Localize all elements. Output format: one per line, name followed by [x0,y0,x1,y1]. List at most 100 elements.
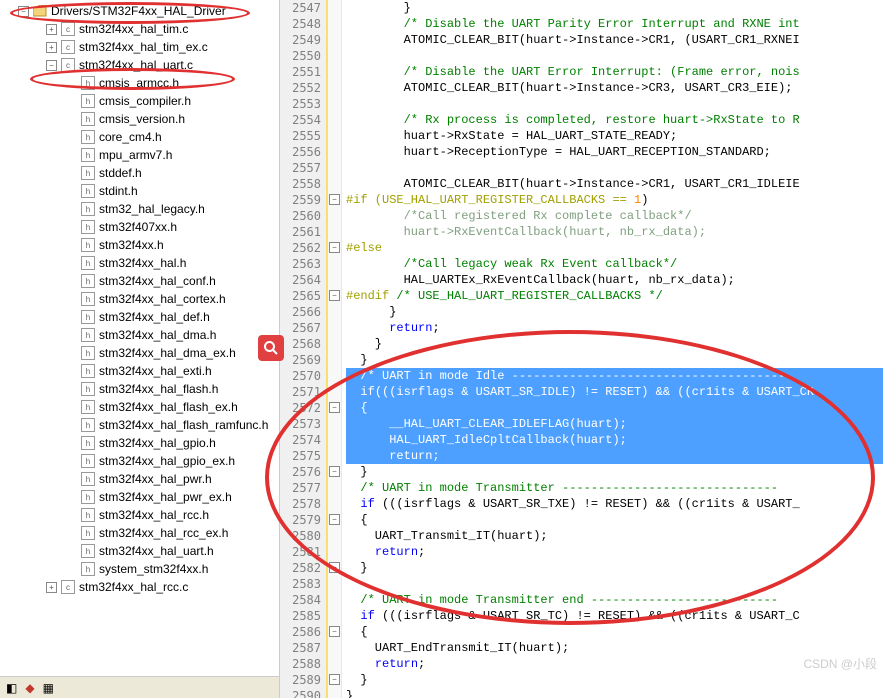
tree-item[interactable]: hstm32f4xx_hal_rcc.h [2,506,277,524]
code-line[interactable] [346,96,883,112]
toolbar-icon[interactable]: ◧ [6,681,17,695]
code-line[interactable]: /* Rx process is completed, restore huar… [346,112,883,128]
tree-item[interactable]: hstm32_hal_legacy.h [2,200,277,218]
code-line[interactable]: } [346,304,883,320]
code-line[interactable] [346,160,883,176]
tree-item[interactable]: hstm32f4xx.h [2,236,277,254]
code-line[interactable]: /* UART in mode Idle -------------------… [346,368,883,384]
expander-icon[interactable]: − [18,6,29,17]
code-line[interactable]: if(((isrflags & USART_SR_IDLE) != RESET)… [346,384,883,400]
code-line[interactable]: UART_EndTransmit_IT(huart); [346,640,883,656]
expander-icon[interactable]: + [46,42,57,53]
tree-item[interactable]: hmpu_armv7.h [2,146,277,164]
code-line[interactable] [346,576,883,592]
fold-toggle[interactable]: − [329,562,340,573]
tree-item[interactable]: hstm32f4xx_hal_uart.h [2,542,277,560]
code-line[interactable]: } [346,352,883,368]
code-line[interactable]: HAL_UART_IdleCpltCallback(huart); [346,432,883,448]
tree-item[interactable]: hcmsis_version.h [2,110,277,128]
code-line[interactable]: if (((isrflags & USART_SR_TC) != RESET) … [346,608,883,624]
tree-item[interactable]: hstm32f4xx_hal_conf.h [2,272,277,290]
tree-item[interactable]: +cstm32f4xx_hal_tim_ex.c [2,38,277,56]
code-line[interactable]: } [346,0,883,16]
code-line[interactable]: #if (USE_HAL_UART_REGISTER_CALLBACKS == … [346,192,883,208]
fold-toggle[interactable]: − [329,242,340,253]
code-line[interactable]: } [346,336,883,352]
fold-toggle[interactable]: − [329,402,340,413]
code-line[interactable]: return; [346,656,883,672]
code-line[interactable]: /* UART in mode Transmitter end --------… [346,592,883,608]
code-line[interactable]: HAL_UARTEx_RxEventCallback(huart, nb_rx_… [346,272,883,288]
tree-item[interactable]: hstm32f4xx_hal.h [2,254,277,272]
expander-icon[interactable]: + [46,582,57,593]
code-line[interactable]: } [346,560,883,576]
fold-toggle[interactable]: − [329,466,340,477]
code-line[interactable]: /* Disable the UART Error Interrupt: (Fr… [346,64,883,80]
code-line[interactable]: __HAL_UART_CLEAR_IDLEFLAG(huart); [346,416,883,432]
tree-item[interactable]: hstm32f4xx_hal_gpio_ex.h [2,452,277,470]
code-line[interactable]: { [346,512,883,528]
tree-item[interactable]: hstm32f4xx_hal_def.h [2,308,277,326]
tree-item[interactable]: hstm32f4xx_hal_dma.h [2,326,277,344]
code-line[interactable]: /*Call legacy weak Rx Event callback*/ [346,256,883,272]
tree-item[interactable]: hstm32f407xx.h [2,218,277,236]
tree-item[interactable]: hstm32f4xx_hal_dma_ex.h [2,344,277,362]
code-line[interactable]: huart->RxState = HAL_UART_STATE_READY; [346,128,883,144]
code-line[interactable]: huart->ReceptionType = HAL_UART_RECEPTIO… [346,144,883,160]
code-line[interactable]: ATOMIC_CLEAR_BIT(huart->Instance->CR1, (… [346,32,883,48]
tree-item[interactable]: hstm32f4xx_hal_rcc_ex.h [2,524,277,542]
code-line[interactable]: return; [346,544,883,560]
file-tree-panel[interactable]: − Drivers/STM32F4xx_HAL_Driver +cstm32f4… [0,0,280,698]
code-line[interactable]: } [346,672,883,688]
tree-item[interactable]: hstm32f4xx_hal_gpio.h [2,434,277,452]
tree-item[interactable]: hstm32f4xx_hal_cortex.h [2,290,277,308]
tree-item[interactable]: hstm32f4xx_hal_flash_ramfunc.h [2,416,277,434]
tree-item[interactable]: hcmsis_compiler.h [2,92,277,110]
code-area[interactable]: } /* Disable the UART Parity Error Inter… [342,0,883,698]
tree-item[interactable]: +cstm32f4xx_hal_rcc.c [2,578,277,596]
code-line[interactable]: { [346,400,883,416]
fold-toggle[interactable]: − [329,194,340,205]
tree-item[interactable]: hstdint.h [2,182,277,200]
fold-toggle[interactable]: − [329,626,340,637]
search-button[interactable] [258,335,284,361]
expander-icon[interactable]: − [46,60,57,71]
fold-toggle[interactable]: − [329,514,340,525]
code-line[interactable]: return; [346,320,883,336]
toolbar-icon[interactable]: ▦ [43,681,54,695]
tree-item[interactable]: hstm32f4xx_hal_exti.h [2,362,277,380]
tree-item[interactable]: +cstm32f4xx_hal_tim.c [2,20,277,38]
file-icon: h [80,129,96,145]
fold-toggle[interactable]: − [329,290,340,301]
code-line[interactable] [346,48,883,64]
fold-column[interactable]: − − − − − − − − − [328,0,342,698]
code-line[interactable]: #else [346,240,883,256]
toolbar-icon[interactable]: ◆ [25,681,34,695]
code-line[interactable]: /* Disable the UART Parity Error Interru… [346,16,883,32]
tree-item[interactable]: hstddef.h [2,164,277,182]
tree-item[interactable]: −cstm32f4xx_hal_uart.c [2,56,277,74]
code-line[interactable]: ATOMIC_CLEAR_BIT(huart->Instance->CR1, U… [346,176,883,192]
code-line[interactable]: ATOMIC_CLEAR_BIT(huart->Instance->CR3, U… [346,80,883,96]
tree-item[interactable]: hsystem_stm32f4xx.h [2,560,277,578]
tree-item[interactable]: hstm32f4xx_hal_flash_ex.h [2,398,277,416]
code-line[interactable]: } [346,688,883,698]
tree-item[interactable]: hcmsis_armcc.h [2,74,277,92]
tree-item[interactable]: hstm32f4xx_hal_pwr.h [2,470,277,488]
expander-icon[interactable]: + [46,24,57,35]
fold-toggle[interactable]: − [329,674,340,685]
code-line[interactable]: { [346,624,883,640]
code-line[interactable]: if (((isrflags & USART_SR_TXE) != RESET)… [346,496,883,512]
tree-item[interactable]: hstm32f4xx_hal_flash.h [2,380,277,398]
code-line[interactable]: huart->RxEventCallback(huart, nb_rx_data… [346,224,883,240]
code-line[interactable]: UART_Transmit_IT(huart); [346,528,883,544]
code-line[interactable]: /* UART in mode Transmitter ------------… [346,480,883,496]
code-editor[interactable]: 2547254825492550255125522553255425552556… [280,0,883,698]
tree-item[interactable]: hcore_cm4.h [2,128,277,146]
tree-item[interactable]: hstm32f4xx_hal_pwr_ex.h [2,488,277,506]
code-line[interactable]: /*Call registered Rx complete callback*/ [346,208,883,224]
code-line[interactable]: return; [346,448,883,464]
code-line[interactable]: } [346,464,883,480]
tree-folder-root[interactable]: − Drivers/STM32F4xx_HAL_Driver [2,2,277,20]
code-line[interactable]: #endif /* USE_HAL_UART_REGISTER_CALLBACK… [346,288,883,304]
